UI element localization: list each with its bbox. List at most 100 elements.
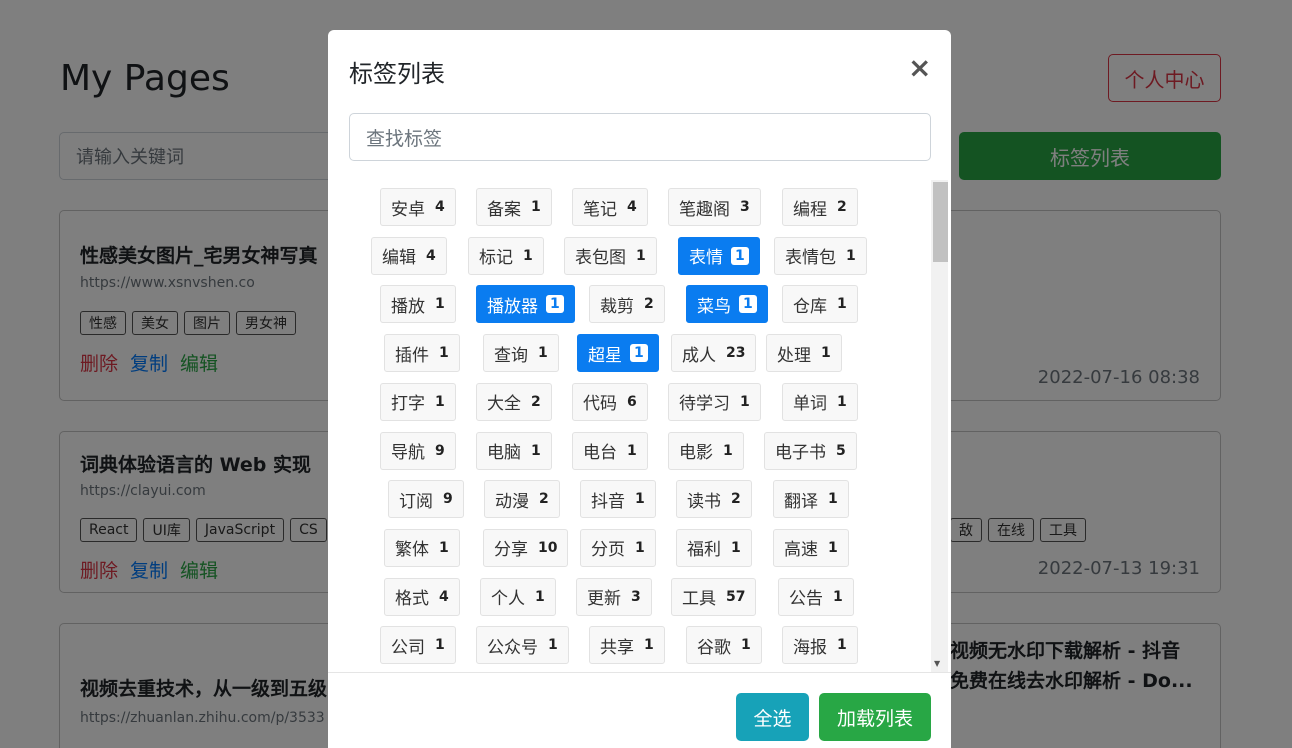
tag-count: 6 xyxy=(627,393,637,410)
tag-item[interactable]: 公告 1 xyxy=(778,577,854,616)
tag-item[interactable]: 裁剪 2 xyxy=(589,285,665,324)
tag-item[interactable]: 编程 2 xyxy=(782,188,858,226)
tag-item[interactable]: 高速 1 xyxy=(773,528,849,567)
tag-item[interactable]: 电台 1 xyxy=(572,431,648,470)
tag-name: 备案 xyxy=(487,199,521,220)
tag-name: 超星 xyxy=(588,345,622,366)
tag-item[interactable]: 翻译 1 xyxy=(773,480,849,519)
tag-name: 编辑 xyxy=(382,248,416,269)
tag-item[interactable]: 仓库 1 xyxy=(782,285,858,324)
tag-item[interactable]: 表包图 1 xyxy=(564,236,657,275)
tag-item[interactable]: 海报 1 xyxy=(782,626,858,665)
tag-item[interactable]: 谷歌 1 xyxy=(686,626,762,665)
tag-item[interactable]: 查询 1 xyxy=(483,334,559,373)
tag-item[interactable]: 表情包 1 xyxy=(774,236,867,275)
tag-count: 1 xyxy=(435,393,445,410)
tag-item[interactable]: 更新 3 xyxy=(576,577,652,616)
tag-item[interactable]: 超星 1 xyxy=(577,334,659,373)
scroll-down-arrow-icon[interactable]: ▼ xyxy=(934,659,940,668)
tag-count: 4 xyxy=(426,247,436,264)
tag-name: 公告 xyxy=(789,589,823,610)
tag-item[interactable]: 单词 1 xyxy=(782,382,858,421)
tag-count: 1 xyxy=(635,491,645,508)
tag-item[interactable]: 分页 1 xyxy=(580,528,656,567)
tag-count: 1 xyxy=(538,345,548,362)
tag-item[interactable]: 处理 1 xyxy=(766,334,842,373)
close-icon[interactable]: × xyxy=(908,52,931,84)
tag-name: 格式 xyxy=(395,589,429,610)
tag-name: 插件 xyxy=(395,345,429,366)
tag-item[interactable]: 个人 1 xyxy=(480,577,556,616)
tag-item[interactable]: 播放 1 xyxy=(380,285,456,324)
tag-name: 福利 xyxy=(687,540,721,561)
scrollbar[interactable]: ▼ xyxy=(931,180,948,672)
tag-count: 9 xyxy=(443,491,453,508)
tag-item[interactable]: 福利 1 xyxy=(676,528,752,567)
tag-item[interactable]: 待学习 1 xyxy=(668,382,761,421)
tag-item[interactable]: 分享 10 xyxy=(483,528,569,567)
tag-item[interactable]: 标记 1 xyxy=(468,236,544,275)
tag-item[interactable]: 共享 1 xyxy=(589,626,665,665)
tag-count: 1 xyxy=(636,247,646,264)
tag-item[interactable]: 笔趣阁 3 xyxy=(668,188,761,226)
tag-item[interactable]: 电子书 5 xyxy=(764,431,857,470)
tag-item[interactable]: 代码 6 xyxy=(572,382,648,421)
modal-footer: 全选 加载列表 xyxy=(328,672,951,748)
tag-name: 公司 xyxy=(391,637,425,658)
tag-count: 1 xyxy=(439,345,449,362)
tag-item[interactable]: 备案 1 xyxy=(476,188,552,226)
tag-name: 海报 xyxy=(793,637,827,658)
tag-count: 2 xyxy=(531,393,541,410)
tag-name: 安卓 xyxy=(391,199,425,220)
tag-item[interactable]: 打字 1 xyxy=(380,382,456,421)
tag-item[interactable]: 动漫 2 xyxy=(484,480,560,519)
tag-item[interactable]: 工具 57 xyxy=(671,577,757,616)
select-all-button[interactable]: 全选 xyxy=(736,693,809,741)
tag-item[interactable]: 读书 2 xyxy=(676,480,752,519)
tag-count: 5 xyxy=(836,442,846,459)
tag-item[interactable]: 播放器 1 xyxy=(476,285,575,324)
tag-item[interactable]: 安卓 4 xyxy=(380,188,456,226)
tag-item[interactable]: 导航 9 xyxy=(380,431,456,470)
tag-name: 繁体 xyxy=(395,540,429,561)
tag-count: 1 xyxy=(635,539,645,556)
tag-name: 电子书 xyxy=(775,443,826,463)
tag-count: 57 xyxy=(726,588,746,605)
tag-item[interactable]: 笔记 4 xyxy=(572,188,648,226)
tag-name: 翻译 xyxy=(784,491,818,512)
tag-count: 1 xyxy=(439,539,449,556)
scroll-thumb[interactable] xyxy=(933,182,948,262)
tag-item[interactable]: 格式 4 xyxy=(384,577,460,616)
tag-count: 1 xyxy=(731,539,741,556)
tag-item[interactable]: 表情 1 xyxy=(678,236,760,275)
tag-search-input[interactable]: 查找标签 xyxy=(349,113,931,161)
tag-count: 1 xyxy=(837,296,847,313)
tag-name: 表情包 xyxy=(785,248,836,269)
tag-item[interactable]: 公司 1 xyxy=(380,626,456,665)
tag-count: 1 xyxy=(723,442,733,459)
tag-name: 个人 xyxy=(491,589,525,610)
tag-count: 4 xyxy=(439,588,449,605)
load-list-button[interactable]: 加载列表 xyxy=(819,693,931,741)
tag-count: 4 xyxy=(627,199,637,215)
tag-item[interactable]: 大全 2 xyxy=(476,382,552,421)
tag-name: 抖音 xyxy=(591,491,625,512)
tag-item[interactable]: 插件 1 xyxy=(384,334,460,373)
tag-item[interactable]: 编辑 4 xyxy=(371,236,447,275)
modal-title: 标签列表 xyxy=(349,60,445,88)
tag-count: 9 xyxy=(435,442,445,459)
tag-name: 共享 xyxy=(600,637,634,658)
tag-item[interactable]: 菜鸟 1 xyxy=(686,285,768,324)
tag-item[interactable]: 成人 23 xyxy=(671,334,757,373)
tag-name: 标记 xyxy=(479,248,513,269)
tag-item[interactable]: 电影 1 xyxy=(668,431,744,470)
tag-item[interactable]: 订阅 9 xyxy=(388,480,464,519)
tag-name: 导航 xyxy=(391,443,425,463)
tag-item[interactable]: 繁体 1 xyxy=(384,528,460,567)
tag-name: 高速 xyxy=(784,540,818,561)
tag-name: 笔记 xyxy=(583,199,617,220)
tag-item[interactable]: 电脑 1 xyxy=(476,431,552,470)
tag-item[interactable]: 公众号 1 xyxy=(476,626,569,665)
tag-item[interactable]: 抖音 1 xyxy=(580,480,656,519)
tag-name: 读书 xyxy=(687,491,721,512)
